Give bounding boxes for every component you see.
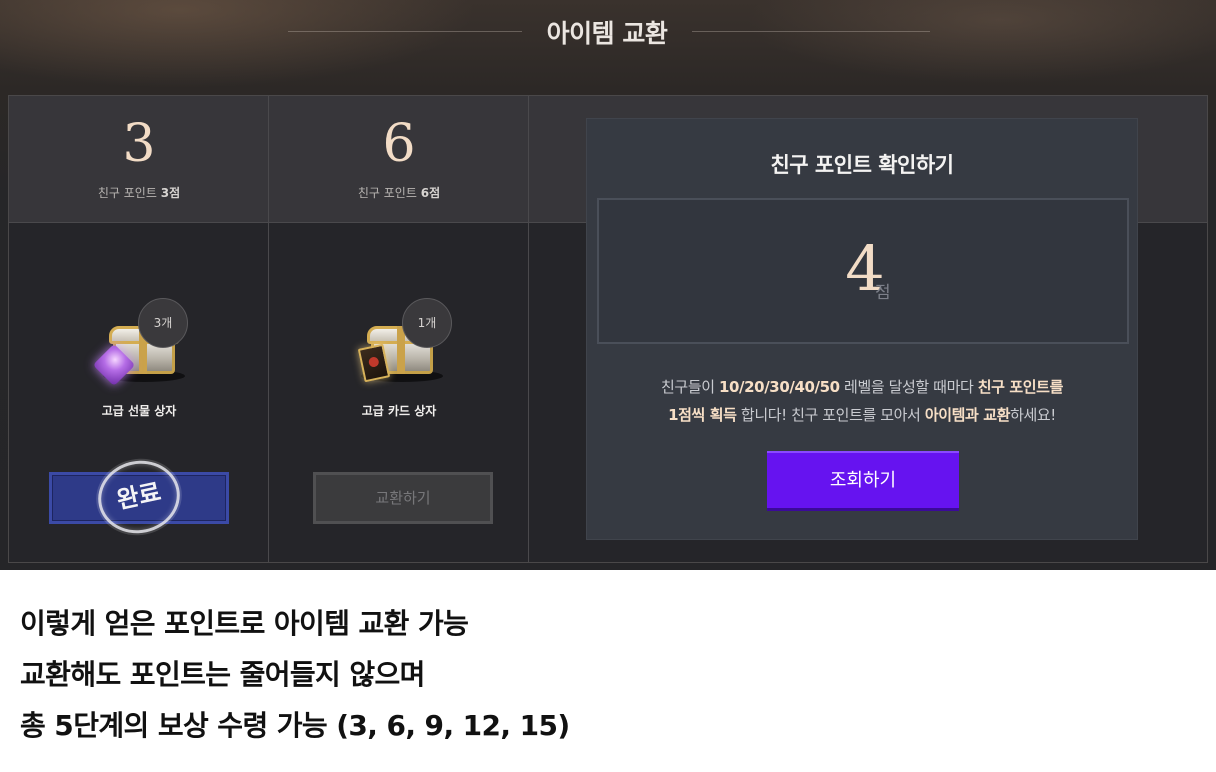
point-description: 친구들이 10/20/30/40/50 레벨을 달성할 때마다 친구 포인트를 … xyxy=(587,373,1137,429)
title-divider-right xyxy=(692,31,930,32)
item-count-badge: 3개 xyxy=(138,298,188,348)
step-label: 친구 포인트 3점 xyxy=(97,186,181,200)
lookup-button[interactable]: 조회하기 xyxy=(767,451,959,511)
section-title: 아이템 교환 xyxy=(546,19,668,48)
exchange-complete-button[interactable]: 완료 xyxy=(49,453,229,541)
step-number: 6 xyxy=(382,114,416,174)
step-number: 3 xyxy=(122,114,156,174)
points-display: 4 점 xyxy=(597,198,1129,344)
description-line-1: 친구들이 10/20/30/40/50 레벨을 달성할 때마다 친구 포인트를 xyxy=(661,378,1063,396)
step-label: 친구 포인트 6점 xyxy=(357,186,441,200)
title-divider-left xyxy=(288,31,522,32)
exchange-button[interactable]: 교환하기 xyxy=(313,472,493,524)
complete-stamp: 완료 xyxy=(91,453,187,541)
item-name: 고급 선물 상자 xyxy=(101,404,177,418)
section-header: 아이템 교환 xyxy=(0,10,1216,54)
item-count-badge: 1개 xyxy=(402,298,452,348)
caption-line: 이렇게 얻은 포인트로 아이템 교환 가능 xyxy=(20,607,469,640)
reward-step-6: 6 친구 포인트 6점 1개 고급 카드 상자 교환하기 xyxy=(269,96,529,562)
item-name: 고급 카드 상자 xyxy=(361,404,437,418)
description-line-2: 1점씩 획득 합니다! 친구 포인트를 모아서 아이템과 교환하세요! xyxy=(668,406,1056,424)
caption-text: 이렇게 얻은 포인트로 아이템 교환 가능 교환해도 포인트는 줄어들지 않으며… xyxy=(20,598,1200,751)
reward-step-3: 3 친구 포인트 3점 3개 고급 선물 상자 완료 xyxy=(9,96,269,562)
friend-point-check-box: 친구 포인트 확인하기 4 점 친구들이 10/20/30/40/50 레벨을 … xyxy=(586,118,1138,540)
caption-line: 교환해도 포인트는 줄어들지 않으며 xyxy=(20,658,425,691)
check-title: 친구 포인트 확인하기 xyxy=(770,153,954,177)
item-exchange-section: 아이템 교환 3 친구 포인트 3점 3개 고급 선물 상자 완료 6 친구 포… xyxy=(0,0,1216,570)
caption-line: 총 5단계의 보상 수령 가능 (3, 6, 9, 12, 15) xyxy=(20,709,570,742)
points-unit: 점 xyxy=(875,283,891,303)
